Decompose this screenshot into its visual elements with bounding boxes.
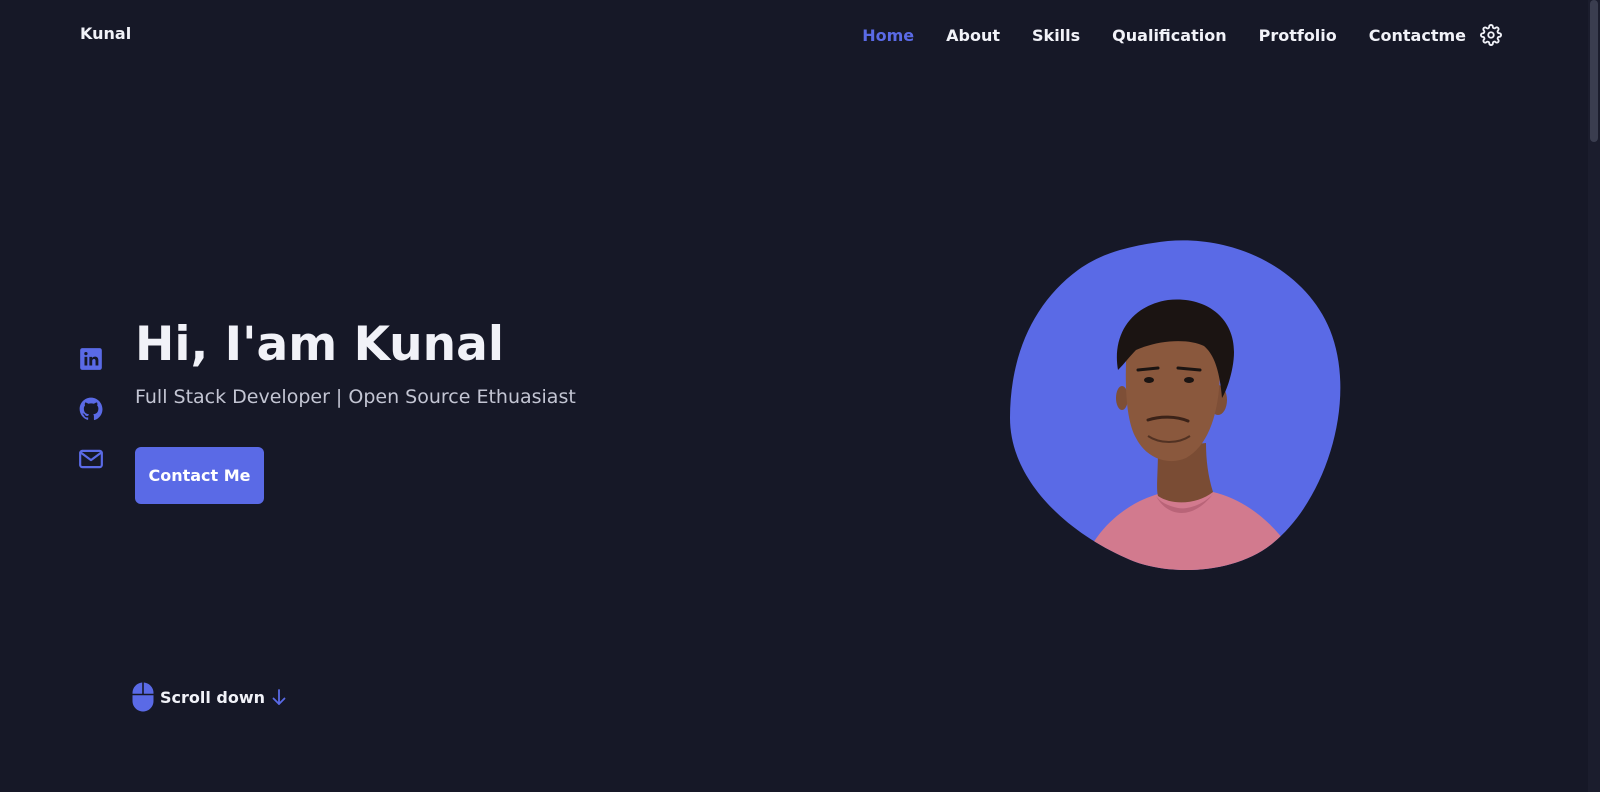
nav-portfolio[interactable]: Protfolio	[1259, 26, 1337, 45]
main-nav: Home About Skills Qualification Protfoli…	[830, 24, 1502, 46]
mail-icon[interactable]	[78, 446, 104, 472]
page: Kunal Home About Skills Qualification Pr…	[0, 0, 1600, 792]
github-icon[interactable]	[78, 396, 104, 422]
social-links	[78, 346, 104, 496]
linkedin-icon[interactable]	[78, 346, 104, 372]
page-scrollbar[interactable]	[1588, 0, 1600, 792]
contact-me-button[interactable]: Contact Me	[135, 447, 264, 504]
nav-home[interactable]: Home	[862, 26, 914, 45]
nav-qualification[interactable]: Qualification	[1112, 26, 1226, 45]
arrow-down-icon	[272, 689, 286, 705]
profile-photo	[1008, 238, 1348, 578]
hero-title: Hi, I'am Kunal	[135, 317, 504, 372]
mouse-icon	[132, 682, 154, 712]
scroll-down-link[interactable]: Scroll down	[132, 682, 287, 712]
nav-contact[interactable]: Contactme	[1369, 26, 1466, 45]
gear-icon[interactable]	[1480, 24, 1502, 46]
scroll-down-label: Scroll down	[160, 687, 266, 707]
nav-skills[interactable]: Skills	[1032, 26, 1080, 45]
scrollbar-thumb[interactable]	[1590, 0, 1598, 142]
nav-about[interactable]: About	[946, 26, 1000, 45]
hero-subtitle: Full Stack Developer | Open Source Ethua…	[135, 386, 576, 408]
brand-logo[interactable]: Kunal	[80, 24, 131, 43]
